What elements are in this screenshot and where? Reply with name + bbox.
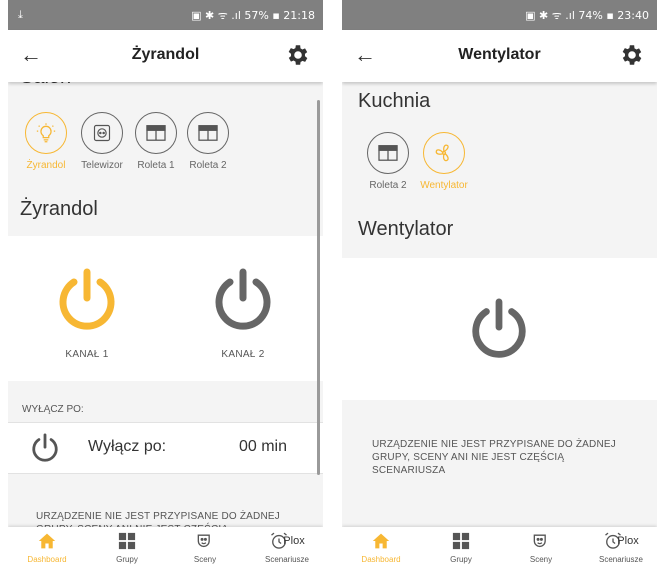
scrollbar[interactable] bbox=[317, 100, 320, 475]
blind-icon bbox=[198, 125, 218, 141]
device-wentylator[interactable]: Wentylator bbox=[420, 132, 468, 191]
off-timer-value[interactable]: 00 min bbox=[239, 438, 287, 456]
app-bar: ← Wentylator bbox=[342, 30, 657, 82]
off-timer-row[interactable]: Wyłącz po: 00 min bbox=[8, 422, 323, 474]
power-panel bbox=[342, 258, 657, 400]
bottom-nav: Dashboard Grupy Sceny Plox Scenariusze bbox=[342, 527, 657, 567]
power-off-icon[interactable] bbox=[468, 298, 530, 360]
status-right: ▣ ✱ ᯤ .ıl 57% ▪ 21:18 bbox=[191, 9, 315, 22]
nav-scenariusze[interactable]: Plox Scenariusze bbox=[252, 530, 322, 564]
nav-dashboard[interactable]: Dashboard bbox=[346, 530, 416, 564]
scenariusze-badge: Plox bbox=[617, 535, 639, 547]
device-roleta-2[interactable]: Roleta 2 bbox=[184, 112, 232, 171]
socket-icon bbox=[93, 124, 111, 142]
gear-icon[interactable] bbox=[619, 42, 645, 68]
room-name: Kuchnia bbox=[358, 90, 431, 112]
device-section-title: Wentylator bbox=[358, 218, 454, 240]
status-bar: ▣ ✱ ᯤ .ıl 74% ▪ 23:40 bbox=[342, 0, 657, 30]
gear-icon[interactable] bbox=[285, 42, 311, 68]
fan-icon bbox=[435, 144, 449, 162]
back-arrow-icon[interactable]: ← bbox=[20, 42, 42, 68]
download-icon: ⤓ bbox=[18, 8, 23, 21]
nav-sceny[interactable]: Sceny bbox=[506, 530, 576, 564]
bulb-icon bbox=[36, 123, 56, 143]
status-right: ▣ ✱ ᯤ .ıl 74% ▪ 23:40 bbox=[525, 9, 649, 22]
scenariusze-badge: Plox bbox=[283, 535, 305, 547]
grid-icon bbox=[118, 532, 136, 550]
page-title: Żyrandol bbox=[131, 46, 200, 63]
nav-grupy[interactable]: Grupy bbox=[426, 530, 496, 564]
off-timer-caption: WYŁĄCZ PO: bbox=[22, 404, 84, 415]
device-info-text: URZĄDZENIE NIE JEST PRZYPISANE DO ŻADNEJ… bbox=[372, 439, 616, 476]
status-bar: ⤓ ▣ ✱ ᯤ .ıl 57% ▪ 21:18 bbox=[8, 0, 323, 30]
device-section-title: Żyrandol bbox=[20, 198, 98, 220]
home-icon bbox=[372, 533, 390, 549]
nav-grupy[interactable]: Grupy bbox=[92, 530, 162, 564]
device-telewizor[interactable]: Telewizor bbox=[78, 112, 126, 171]
channel-2[interactable]: KANAŁ 2 bbox=[188, 268, 298, 360]
nav-sceny[interactable]: Sceny bbox=[170, 530, 240, 564]
bottom-nav: Dashboard Grupy Sceny Plox Scenariusze bbox=[8, 527, 323, 567]
nav-dashboard[interactable]: Dashboard bbox=[12, 530, 82, 564]
phone-screen-right: ▣ ✱ ᯤ .ıl 74% ▪ 23:40 ← Wentylator Kuchn… bbox=[342, 0, 657, 567]
device-roleta-1[interactable]: Roleta 1 bbox=[132, 112, 180, 171]
channels-panel: KANAŁ 1 KANAŁ 2 bbox=[8, 236, 323, 381]
phone-screen-left: ⤓ ▣ ✱ ᯤ .ıl 57% ▪ 21:18 ← Żyrandol Salon… bbox=[8, 0, 323, 567]
power-on-icon[interactable] bbox=[55, 268, 119, 332]
device-zyrandol[interactable]: Żyrandol bbox=[22, 112, 70, 171]
blind-icon bbox=[146, 125, 166, 141]
masks-icon bbox=[533, 534, 546, 548]
back-arrow-icon[interactable]: ← bbox=[354, 42, 376, 68]
masks-icon bbox=[197, 534, 210, 548]
home-icon bbox=[38, 533, 56, 549]
power-off-icon[interactable] bbox=[211, 268, 275, 332]
device-roleta-2[interactable]: Roleta 2 bbox=[364, 132, 412, 191]
app-bar: ← Żyrandol bbox=[8, 30, 323, 82]
off-timer-label: Wyłącz po: bbox=[88, 438, 167, 455]
power-icon bbox=[32, 433, 58, 462]
grid-icon bbox=[452, 532, 470, 550]
nav-scenariusze[interactable]: Plox Scenariusze bbox=[586, 530, 656, 564]
page-title: Wentylator bbox=[458, 46, 541, 63]
blind-icon bbox=[378, 145, 398, 161]
channel-1[interactable]: KANAŁ 1 bbox=[32, 268, 142, 360]
